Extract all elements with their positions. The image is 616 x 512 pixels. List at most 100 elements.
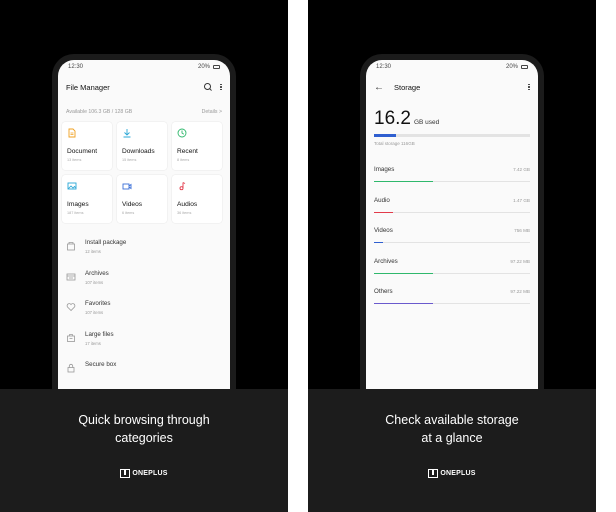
list-item-count: 12 items: [85, 249, 101, 254]
large-files-icon: [67, 333, 75, 342]
storage-category-fill: [374, 242, 384, 243]
storage-used-bar: [374, 134, 530, 137]
list-item-install-package[interactable]: Install package 12 items: [58, 233, 230, 264]
list-item-label: Install package: [85, 239, 127, 246]
storage-category-label: Audio: [374, 196, 390, 204]
storage-category-size: 7.42 GB: [513, 167, 530, 172]
category-count: 6 items: [122, 211, 135, 215]
promo-caption: Quick browsing through categories: [0, 411, 288, 447]
category-videos[interactable]: Videos 6 items: [117, 175, 167, 223]
heart-icon: [66, 303, 76, 312]
oneplus-logo-icon: [428, 469, 439, 478]
video-icon: [122, 183, 132, 190]
music-note-icon: [179, 182, 186, 191]
battery-percent: 20%: [505, 64, 518, 70]
battery-percent: 20%: [197, 64, 210, 70]
category-label: Images: [67, 201, 89, 208]
storage-row-images[interactable]: Images 7.42 GB: [366, 162, 538, 193]
list-item-label: Archives: [85, 269, 109, 277]
download-icon: [123, 129, 131, 138]
page-title: File Manager: [66, 82, 110, 92]
category-downloads[interactable]: Downloads 15 items: [117, 122, 167, 170]
category-document[interactable]: Document 13 items: [62, 122, 112, 170]
list-item-large-files[interactable]: Large files 17 items: [58, 325, 230, 356]
storage-row-archives[interactable]: Archives 97.22 MB: [366, 254, 538, 285]
list-item-archives[interactable]: Archives 107 items: [58, 264, 230, 295]
oneplus-logo-icon: [120, 469, 131, 478]
caption-band: Quick browsing through categories ONEPLU…: [0, 389, 288, 512]
phone-frame: 12:30 20% File Manager Available 106.3 G…: [52, 54, 236, 434]
phone-screen: 12:30 20% File Manager Available 106.3 G…: [58, 60, 230, 434]
list-item-count: 17 items: [85, 340, 101, 346]
promo-caption: Check available storage at a glance: [308, 411, 596, 447]
image-icon: [67, 182, 77, 190]
storage-category-fill: [374, 181, 434, 182]
category-count: 8 items: [177, 158, 190, 162]
category-count: 36 items: [177, 211, 192, 215]
list-item-favorites[interactable]: Favorites 107 items: [58, 294, 230, 325]
category-images[interactable]: Images 187 items: [62, 175, 112, 223]
promo-panel-file-manager: 12:30 20% File Manager Available 106.3 G…: [0, 0, 288, 512]
storage-row-others[interactable]: Others 97.22 MB: [366, 284, 538, 315]
page: 12:30 20% File Manager Available 106.3 G…: [0, 0, 616, 512]
app-bar: ← Storage: [366, 74, 538, 100]
list-item-label: Secure box: [85, 361, 117, 368]
storage-category-label: Others: [374, 288, 393, 295]
brand-logo: ONEPLUS: [0, 469, 288, 478]
storage-row-videos[interactable]: Videos 756 MB: [366, 223, 538, 254]
storage-category-fill: [374, 303, 434, 304]
brand-name: ONEPLUS: [132, 470, 168, 477]
storage-category-fill: [374, 211, 393, 213]
storage-category-size: 97.22 MB: [510, 289, 530, 294]
storage-category-label: Archives: [374, 257, 398, 265]
category-audios[interactable]: Audios 36 items: [172, 175, 222, 223]
list-item-label: Large files: [85, 330, 114, 338]
list-item-secure-box[interactable]: Secure box: [58, 355, 230, 386]
clock-icon: [177, 128, 187, 138]
phone-screen: 12:30 20% ← Storage 16.2 GB used Total s…: [366, 60, 538, 434]
storage-category-label: Videos: [374, 227, 393, 234]
category-label: Audios: [177, 201, 198, 208]
battery-icon: [213, 65, 220, 69]
lock-icon: [67, 363, 75, 373]
caption-band: Check available storage at a glance ONEP…: [308, 389, 596, 512]
available-storage-text: Available 106.3 GB / 128 GB: [66, 109, 133, 115]
category-count: 187 items: [67, 211, 84, 215]
more-options-icon[interactable]: [528, 83, 530, 91]
caption-line-2: at a glance: [421, 431, 483, 445]
storage-category-bar: [374, 211, 530, 213]
storage-row-audio[interactable]: Audio 1.47 GB: [366, 193, 538, 224]
app-bar: File Manager: [58, 74, 230, 100]
storage-used-unit: GB used: [413, 119, 440, 126]
back-arrow-icon[interactable]: ←: [374, 82, 390, 93]
category-recent[interactable]: Recent 8 items: [172, 122, 222, 170]
caption-line-1: Quick browsing through: [78, 413, 210, 427]
storage-category-label: Images: [374, 166, 395, 173]
total-storage-text: Total storage 116GB: [374, 141, 415, 146]
promo-panel-storage: 12:30 20% ← Storage 16.2 GB used Total s…: [308, 0, 596, 512]
category-count: 15 items: [122, 158, 137, 162]
more-options-icon[interactable]: [220, 83, 222, 91]
search-icon[interactable]: [204, 83, 212, 91]
caption-line-1: Check available storage: [385, 413, 519, 427]
category-label: Recent: [177, 148, 198, 155]
category-grid: Document 13 items Downloads 15 items Rec…: [58, 122, 230, 223]
storage-used-summary: 16.2 GB used: [366, 108, 538, 130]
status-time: 12:30: [376, 64, 392, 70]
battery-icon: [521, 65, 528, 69]
category-label: Videos: [122, 201, 143, 208]
brand-name: ONEPLUS: [440, 470, 476, 477]
phone-frame: 12:30 20% ← Storage 16.2 GB used Total s…: [360, 54, 544, 434]
available-storage-row: Available 106.3 GB / 128 GB Details >: [58, 106, 230, 118]
storage-category-bar: [374, 181, 530, 182]
quick-access-list: Install package 12 items Archives 107 it…: [58, 233, 230, 386]
category-label: Document: [67, 148, 98, 155]
list-item-count: 107 items: [85, 310, 104, 315]
status-time: 12:30: [68, 64, 84, 70]
storage-used-fill: [374, 134, 396, 137]
status-bar: 12:30 20%: [58, 60, 230, 74]
storage-category-bar: [374, 242, 530, 243]
status-bar: 12:30 20%: [366, 60, 538, 74]
details-link[interactable]: Details >: [202, 109, 222, 115]
brand-logo: ONEPLUS: [308, 469, 596, 478]
